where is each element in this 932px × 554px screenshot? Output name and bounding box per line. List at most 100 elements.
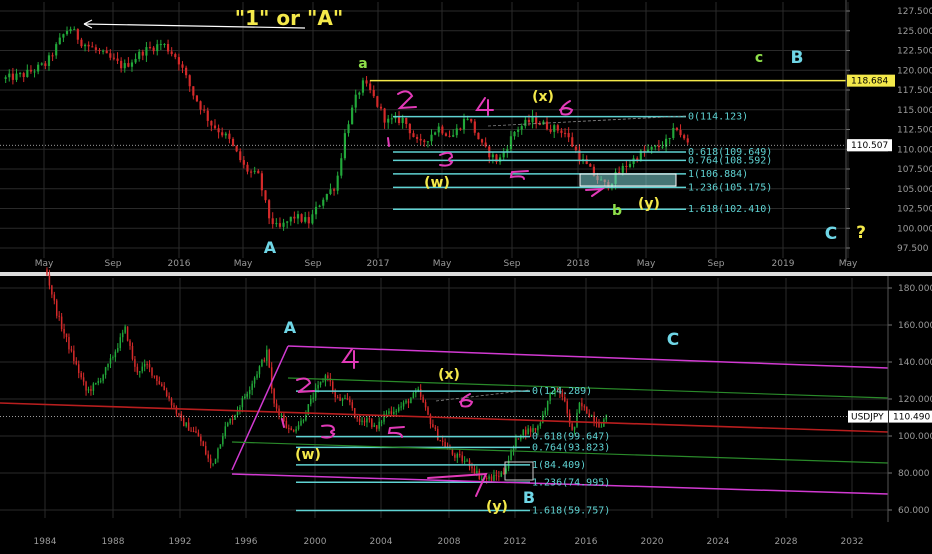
annotation-b-upper: B [791, 48, 804, 68]
candle-body [388, 411, 390, 414]
candle-body [344, 398, 346, 400]
candle-body [224, 426, 227, 437]
x-tick-label: 2016 [168, 259, 191, 269]
candle-body [358, 92, 361, 95]
candle-body [477, 132, 480, 140]
candle-body [207, 454, 209, 459]
candle-body [340, 158, 343, 176]
x-tick-label: May [433, 259, 452, 269]
candle-body [58, 315, 60, 317]
annotation-c: c [755, 50, 763, 66]
candle-body [332, 381, 334, 392]
candle-body [537, 426, 539, 431]
candle-body [185, 422, 187, 427]
candle-body [107, 363, 109, 368]
candle-body [534, 428, 537, 431]
candle-body [456, 454, 459, 458]
y-tick-label: 80.000 [898, 469, 930, 479]
candle-body [302, 420, 305, 422]
candle-body [116, 58, 119, 61]
candle-body [226, 423, 229, 427]
candle-body [99, 380, 102, 382]
annotation-a: a [358, 56, 367, 72]
candle-body [502, 152, 505, 158]
candle-body [235, 145, 238, 152]
x-tick-label: 2012 [504, 537, 527, 547]
candle-body [686, 138, 689, 143]
x-tick-label: 2017 [367, 259, 390, 269]
fib-label: 0.618(99.647) [532, 432, 610, 443]
candle-body [141, 51, 144, 56]
candle-body [134, 58, 137, 63]
candle-body [385, 413, 388, 415]
candle-body [387, 118, 390, 123]
candle-body [679, 130, 682, 136]
candle-body [77, 364, 80, 374]
candle-body [383, 108, 386, 123]
candle-body [412, 393, 415, 399]
candle-body [318, 205, 321, 207]
y-tick-label: 100.000 [898, 432, 932, 442]
candle-body [286, 221, 289, 223]
candle-body [563, 132, 567, 134]
candle-body [183, 418, 185, 427]
fib-label: 1.236(105.175) [688, 182, 772, 193]
candle-body [520, 126, 523, 130]
x-tick-label: May [637, 259, 656, 269]
candle-body [139, 371, 141, 373]
candle-body [177, 57, 180, 65]
last-price-tag: 110.490 [893, 413, 930, 423]
candle-body [490, 476, 493, 481]
candle-body [260, 173, 263, 191]
candle-body [290, 428, 292, 431]
candle-body [289, 216, 292, 222]
candle-body [459, 454, 461, 456]
candle-body [354, 94, 357, 108]
candle-body [346, 398, 349, 400]
candle-body [319, 381, 322, 385]
candle-body [527, 428, 529, 435]
candle-body [466, 118, 469, 120]
candle-body [282, 222, 285, 227]
candle-body [668, 138, 671, 140]
candle-body [256, 374, 258, 378]
candle-body [300, 420, 302, 426]
candle-body [327, 375, 329, 379]
x-tick-label: May [35, 259, 54, 269]
candle-body [90, 389, 92, 391]
y-tick-label: 97.500 [897, 244, 929, 254]
candle-body [419, 388, 422, 397]
candle-body [295, 429, 297, 432]
candle-body [625, 165, 628, 168]
candle-body [549, 129, 552, 132]
candle-body [513, 131, 516, 137]
candle-body [539, 422, 542, 427]
candle-body [454, 454, 456, 458]
candle-body [422, 396, 424, 403]
candle-body [343, 133, 346, 159]
candle-body [82, 377, 85, 382]
chart-canvas: 127.500 125.000 122.500 120.000 117.500 115.0… [0, 0, 932, 550]
candle-body [581, 402, 583, 407]
candle-body [470, 118, 473, 122]
candle-body [397, 407, 400, 411]
candle-body [395, 410, 398, 412]
annotation-b: b [612, 203, 622, 219]
candle-body [119, 337, 122, 349]
candle-body [275, 403, 278, 409]
candle-body [165, 390, 168, 396]
candle-body [322, 199, 325, 206]
candle-body [455, 128, 458, 136]
candle-body [366, 418, 368, 423]
candle-body [242, 160, 245, 165]
candle-body [361, 420, 363, 422]
y-tick-label: 120.000 [898, 395, 932, 405]
candle-body [145, 47, 148, 56]
candle-body [461, 455, 463, 462]
candle-body [29, 69, 33, 72]
candle-body [300, 214, 303, 222]
candle-body [212, 463, 214, 465]
candle-body [199, 101, 202, 110]
candle-body [393, 411, 395, 414]
candle-body [363, 420, 366, 423]
